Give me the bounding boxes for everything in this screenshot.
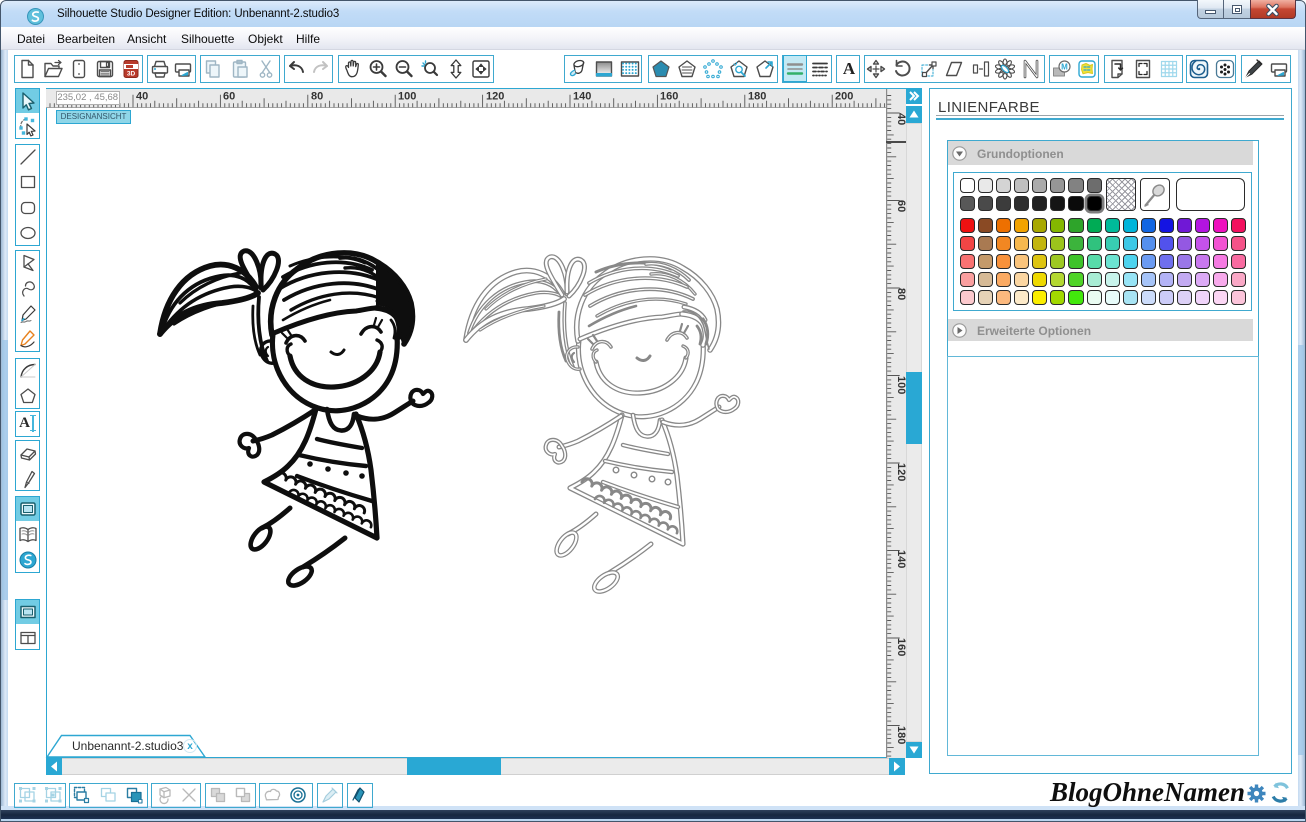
svg-text:80: 80 — [895, 288, 906, 300]
svg-text:40: 40 — [895, 113, 906, 125]
svg-text:120: 120 — [486, 90, 504, 102]
svg-text:140: 140 — [895, 550, 906, 568]
svg-text:3D: 3D — [126, 71, 135, 78]
svg-text:60: 60 — [223, 90, 235, 102]
svg-text:180: 180 — [895, 726, 906, 744]
svg-text:120: 120 — [895, 463, 906, 481]
svg-text:140: 140 — [573, 90, 591, 102]
svg-text:100: 100 — [895, 376, 906, 394]
svg-text:100: 100 — [398, 90, 416, 102]
svg-text:40: 40 — [136, 90, 148, 102]
svg-text:M: M — [1061, 63, 1068, 72]
svg-text:160: 160 — [660, 90, 678, 102]
svg-text:160: 160 — [895, 638, 906, 656]
svg-text:80: 80 — [311, 90, 323, 102]
svg-text:180: 180 — [748, 90, 766, 102]
svg-text:60: 60 — [895, 200, 906, 212]
svg-text:200: 200 — [835, 90, 853, 102]
